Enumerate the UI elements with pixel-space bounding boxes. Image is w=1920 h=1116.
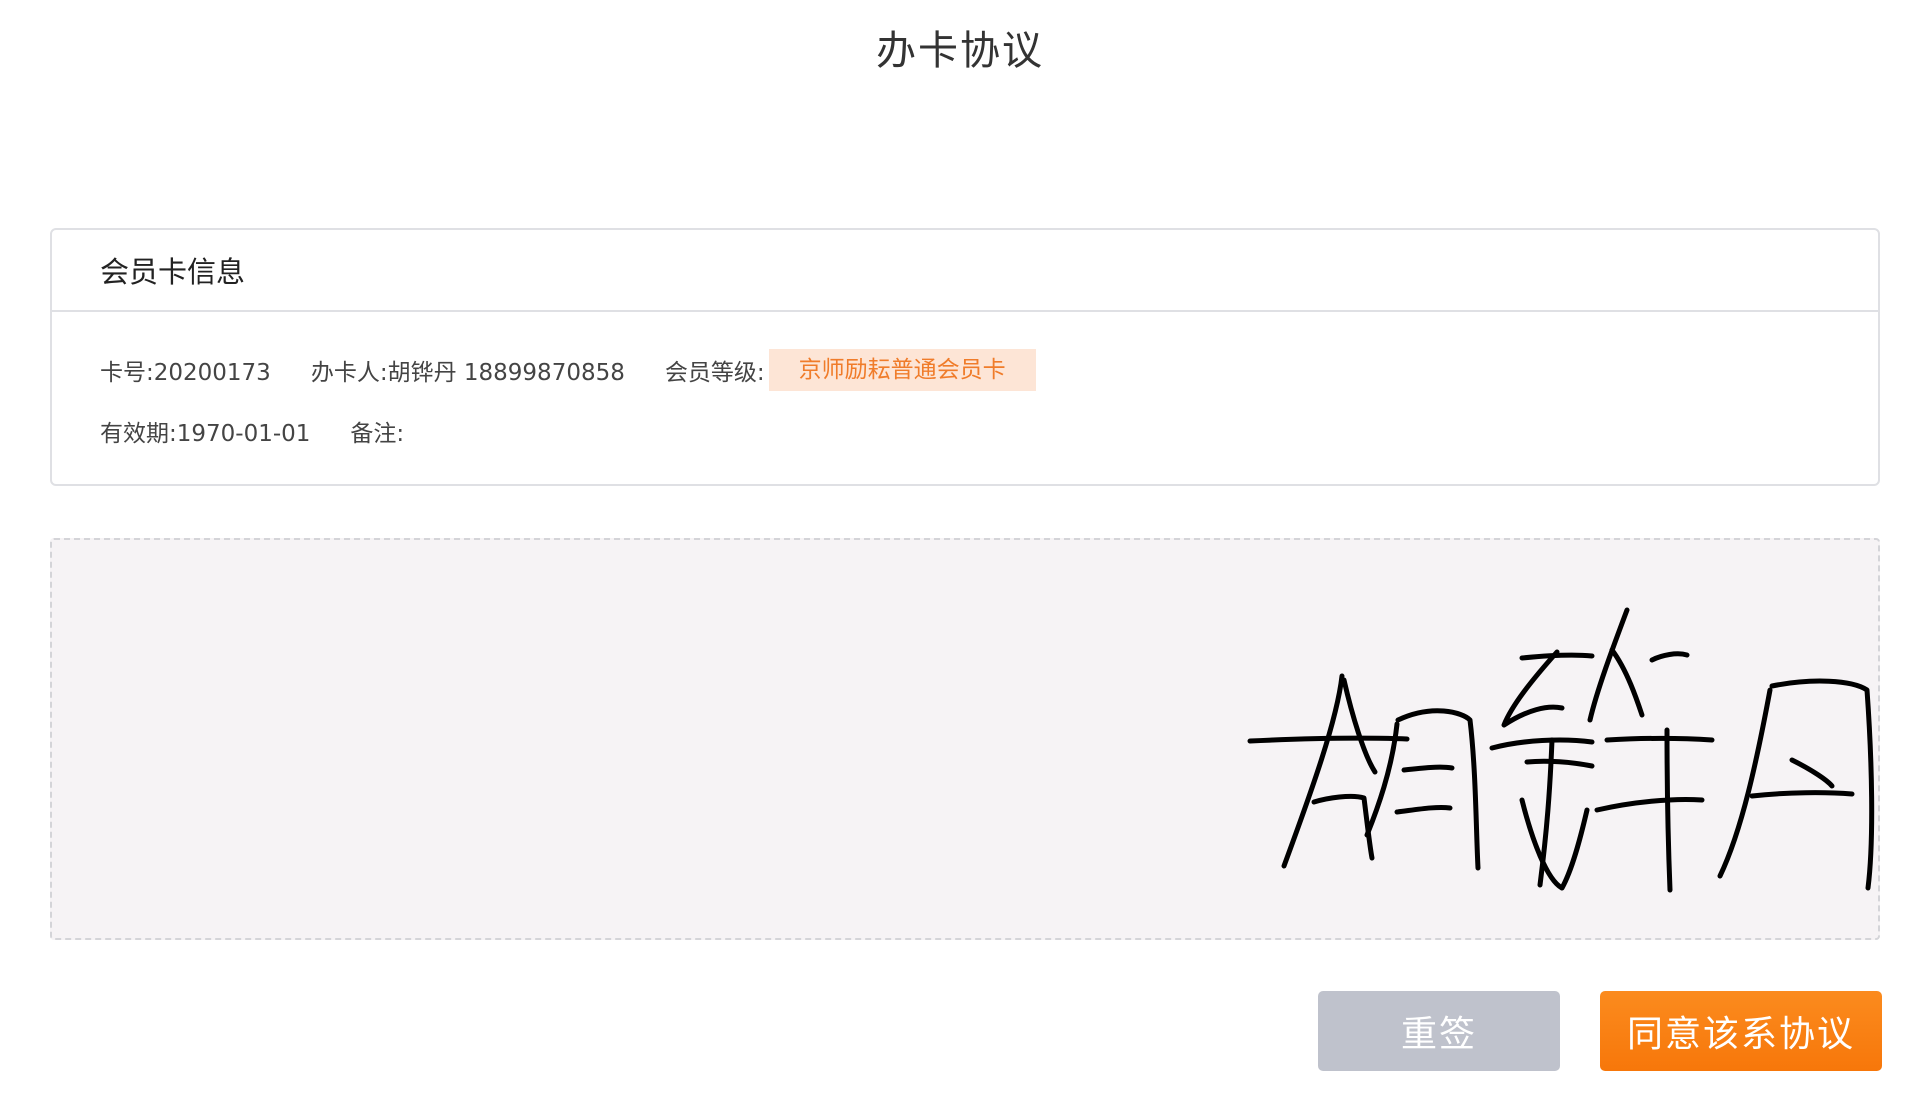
handwritten-signature xyxy=(1247,607,1875,893)
member-level-badge: 京师励耘普通会员卡 xyxy=(768,349,1036,391)
signature-pad[interactable] xyxy=(50,538,1880,940)
member-level: 会员等级: 京师励耘普通会员卡 xyxy=(665,349,1036,391)
page-title: 办卡协议 xyxy=(876,28,1044,74)
card-number: 卡号:20200173 xyxy=(100,360,271,386)
card-panel-title: 会员卡信息 xyxy=(100,255,246,289)
card-info-row-1: 卡号:20200173 办卡人:胡铧丹 18899870858 会员等级: 京师… xyxy=(100,349,1830,391)
card-info-row-2: 有效期:1970-01-01 备注: xyxy=(100,411,1830,451)
card-holder: 办卡人:胡铧丹 18899870858 xyxy=(310,360,625,386)
resign-button[interactable]: 重签 xyxy=(1318,991,1560,1071)
member-card-info-panel: 会员卡信息 卡号:20200173 办卡人:胡铧丹 18899870858 会员… xyxy=(50,228,1880,486)
card-panel-header: 会员卡信息 xyxy=(52,230,1878,312)
validity-date: 有效期:1970-01-01 xyxy=(100,421,311,447)
remark: 备注: xyxy=(350,421,405,447)
agree-button[interactable]: 同意该系协议 xyxy=(1600,991,1882,1071)
member-level-label: 会员等级: xyxy=(664,360,765,386)
card-panel-body: 卡号:20200173 办卡人:胡铧丹 18899870858 会员等级: 京师… xyxy=(52,349,1878,451)
agreement-page: 办卡协议 会员卡信息 卡号:20200173 办卡人:胡铧丹 188998708… xyxy=(0,0,1920,1116)
